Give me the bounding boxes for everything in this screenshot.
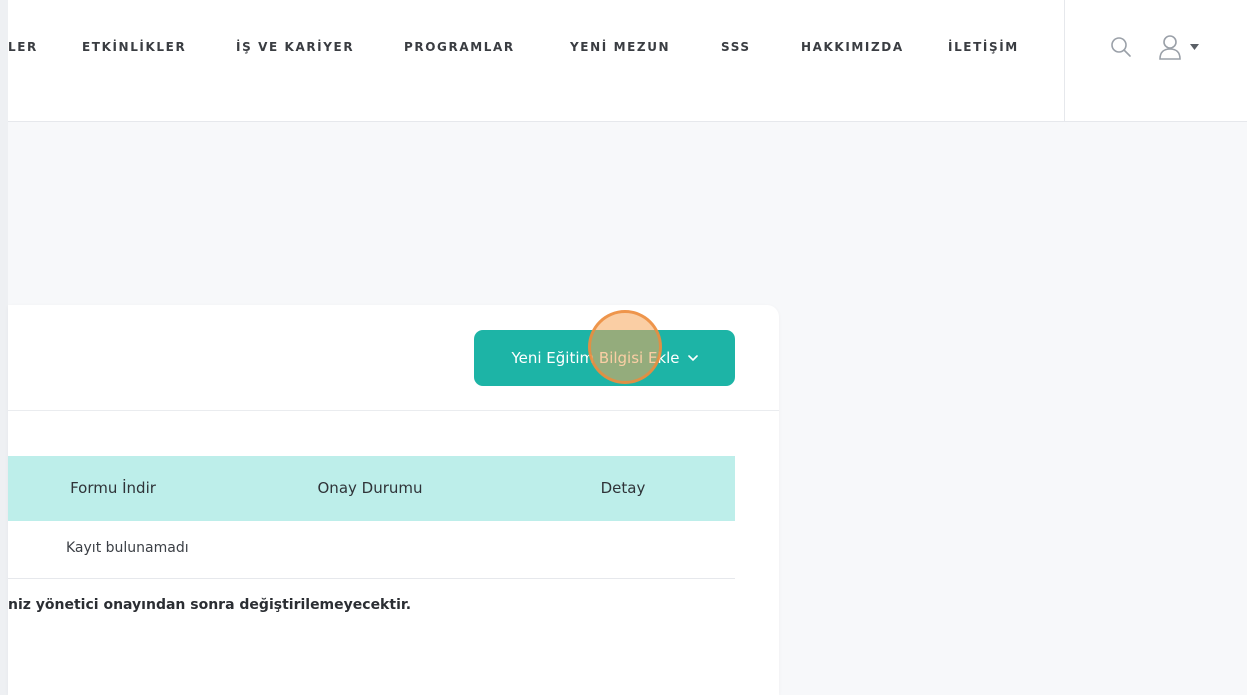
nav-item-partial[interactable]: LER: [8, 40, 38, 54]
nav-item-hakkimizda[interactable]: HAKKIMIZDA: [801, 40, 904, 54]
table-row: Kayıt bulunamadı: [8, 521, 735, 579]
nav-item-programlar[interactable]: PROGRAMLAR: [404, 40, 515, 54]
column-header-onay-durumu: Onay Durumu: [317, 479, 423, 497]
column-header-detay: Detay: [600, 479, 646, 497]
site-header: LER ETKİNLİKLER İŞ VE KARİYER PROGRAMLAR…: [8, 0, 1247, 122]
nav-item-etkinlikler[interactable]: ETKİNLİKLER: [82, 40, 186, 54]
nav-item-sss[interactable]: SSS: [721, 40, 751, 54]
header-divider: [1064, 0, 1065, 121]
search-icon[interactable]: [1110, 36, 1132, 58]
column-header-formu-indir: Formu İndir: [70, 479, 156, 497]
nav-item-iletisim[interactable]: İLETİŞİM: [948, 40, 1019, 54]
card-header-divider: [8, 410, 779, 411]
add-education-label: Yeni Eğitim Bilgisi Ekle: [511, 349, 680, 367]
nav-item-yeni-mezun[interactable]: YENİ MEZUN: [570, 40, 670, 54]
caret-down-icon[interactable]: [1190, 44, 1199, 50]
approval-note: niz yönetici onayından sonra değiştirile…: [8, 597, 412, 613]
education-card: Yeni Eğitim Bilgisi Ekle Formu İndir Ona…: [8, 305, 779, 695]
add-education-button[interactable]: Yeni Eğitim Bilgisi Ekle: [474, 330, 735, 386]
nav-item-is-ve-kariyer[interactable]: İŞ VE KARİYER: [236, 40, 354, 54]
user-icon[interactable]: [1158, 34, 1182, 60]
empty-state-text: Kayıt bulunamadı: [66, 540, 189, 556]
table-header: Formu İndir Onay Durumu Detay: [8, 456, 735, 521]
left-edge-strip: [0, 0, 8, 695]
chevron-down-icon: [687, 354, 698, 361]
